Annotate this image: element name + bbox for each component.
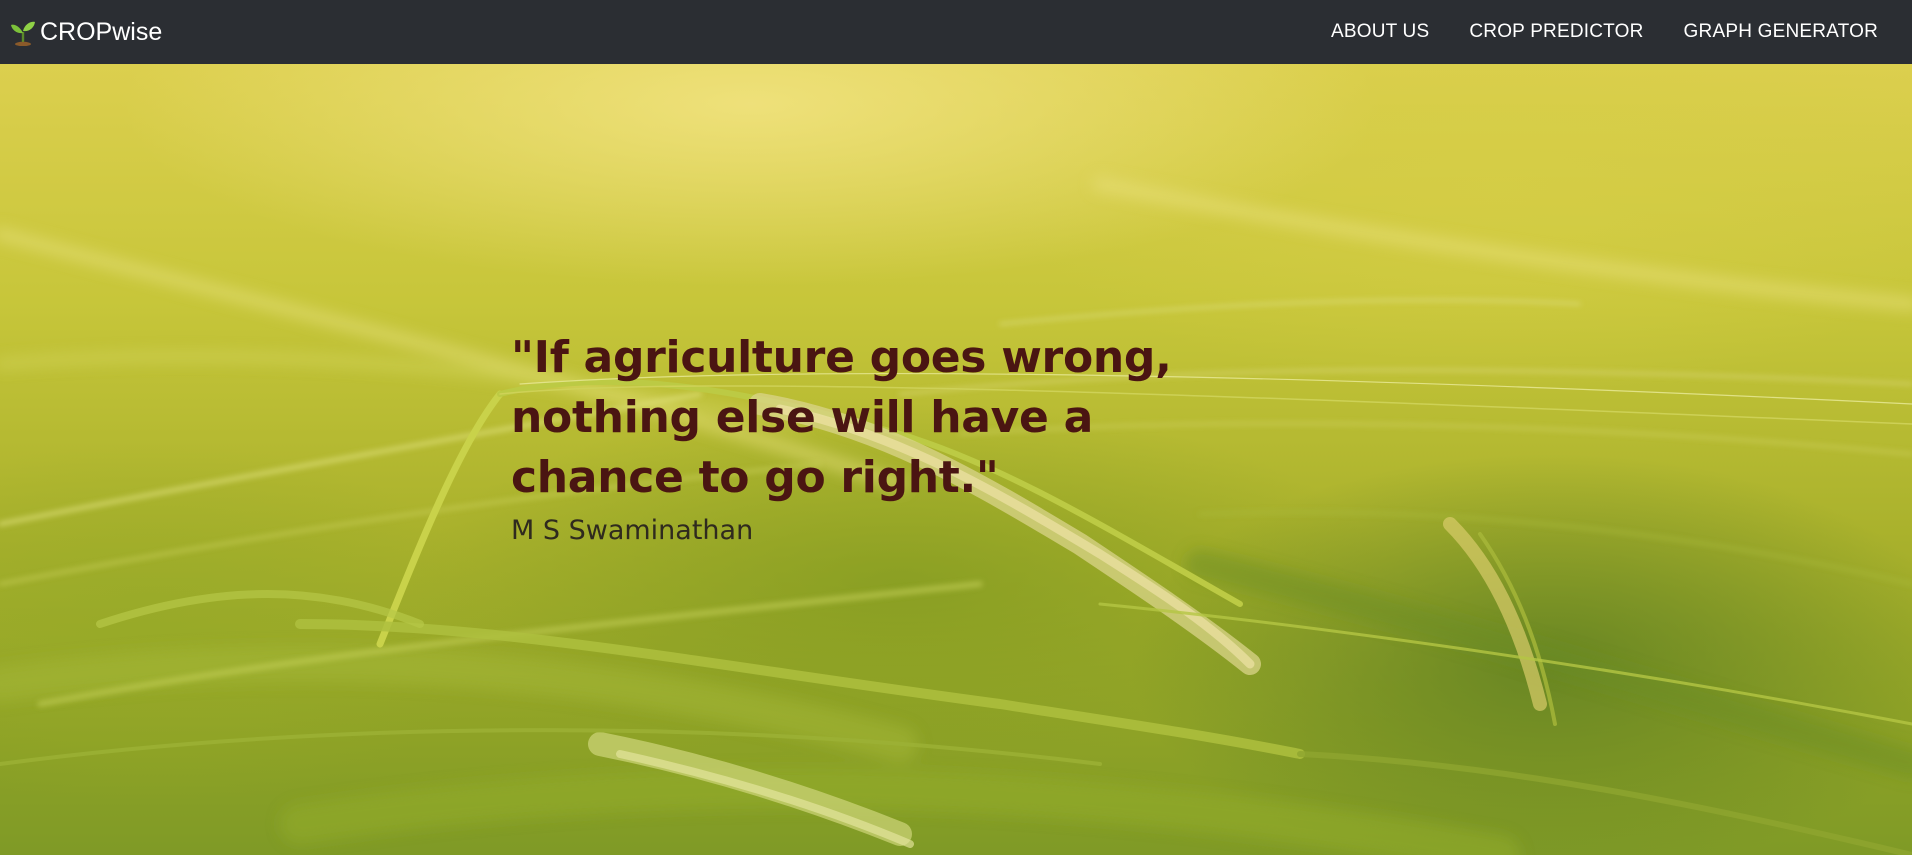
brand-label: CROPwise — [40, 17, 163, 46]
hero-section: "If agriculture goes wrong, nothing else… — [0, 64, 1912, 855]
quote-text: "If agriculture goes wrong, nothing else… — [511, 332, 1172, 503]
sprout-icon — [10, 18, 36, 46]
nav-about-us[interactable]: ABOUT US — [1331, 21, 1429, 43]
quote-author: M S Swaminathan — [511, 515, 754, 546]
nav-links: ABOUT US CROP PREDICTOR GRAPH GENERATOR — [1331, 21, 1878, 43]
page: CROPwise ABOUT US CROP PREDICTOR GRAPH G… — [0, 0, 1912, 855]
navbar: CROPwise ABOUT US CROP PREDICTOR GRAPH G… — [0, 0, 1912, 64]
quote-block: "If agriculture goes wrong, nothing else… — [511, 328, 1271, 548]
nav-crop-predictor[interactable]: CROP PREDICTOR — [1469, 21, 1643, 43]
brand-link[interactable]: CROPwise — [10, 18, 162, 47]
nav-graph-generator[interactable]: GRAPH GENERATOR — [1684, 21, 1878, 43]
